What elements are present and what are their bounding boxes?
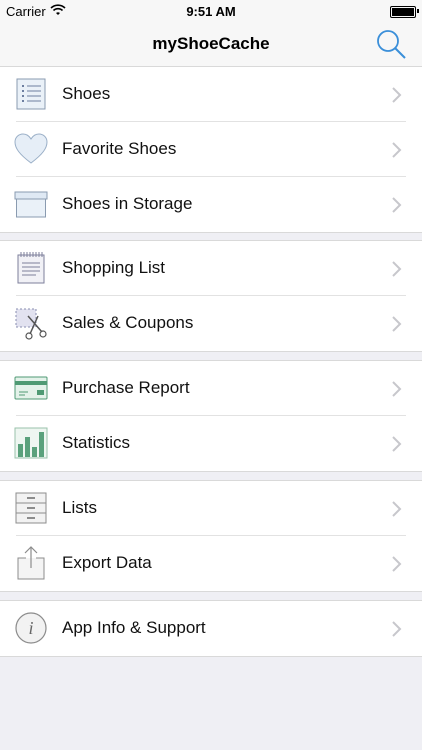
chevron-right-icon bbox=[392, 261, 402, 277]
list-icon bbox=[16, 78, 46, 110]
page-title: myShoeCache bbox=[152, 34, 270, 53]
bar-chart-icon bbox=[14, 427, 48, 459]
menu-label: Export Data bbox=[62, 553, 152, 572]
menu-section-4: Lists Export Data bbox=[0, 480, 422, 592]
menu-label: Favorite Shoes bbox=[62, 139, 177, 158]
chevron-right-icon bbox=[392, 197, 402, 213]
menu-row-purchase-report[interactable]: Purchase Report bbox=[0, 361, 422, 416]
credit-card-icon bbox=[14, 376, 48, 400]
navigation-bar: myShoeCache bbox=[0, 22, 422, 67]
menu-label: Shoes bbox=[62, 84, 111, 103]
menu-row-app-info[interactable]: i App Info & Support bbox=[0, 601, 422, 656]
chevron-right-icon bbox=[392, 316, 402, 332]
clock: 9:51 AM bbox=[186, 4, 236, 19]
chevron-right-icon bbox=[392, 556, 402, 572]
chevron-right-icon bbox=[392, 621, 402, 637]
menu-section-5: i App Info & Support bbox=[0, 600, 422, 657]
scissors-coupon-icon bbox=[15, 308, 47, 340]
file-cabinet-icon bbox=[15, 492, 47, 524]
chevron-right-icon bbox=[392, 87, 402, 103]
share-export-icon bbox=[17, 546, 45, 580]
menu-row-lists[interactable]: Lists bbox=[0, 481, 422, 536]
menu-row-shoes-in-storage[interactable]: Shoes in Storage bbox=[0, 177, 422, 232]
menu-row-shopping-list[interactable]: Shopping List bbox=[0, 241, 422, 296]
chevron-right-icon bbox=[392, 142, 402, 158]
menu-label: Lists bbox=[62, 498, 97, 517]
menu-label: Shopping List bbox=[62, 258, 166, 277]
menu-row-shoes[interactable]: Shoes bbox=[0, 67, 422, 122]
menu-label: Purchase Report bbox=[62, 378, 190, 397]
status-bar: Carrier 9:51 AM bbox=[0, 0, 422, 22]
notepad-icon bbox=[17, 252, 45, 284]
menu-label: Shoes in Storage bbox=[62, 194, 193, 213]
battery-icon bbox=[390, 6, 416, 18]
chevron-right-icon bbox=[392, 381, 402, 397]
menu-label: App Info & Support bbox=[62, 618, 206, 637]
menu-section-3: Purchase Report Statistics bbox=[0, 360, 422, 472]
info-icon: i bbox=[15, 612, 47, 644]
menu-row-statistics[interactable]: Statistics bbox=[0, 416, 422, 471]
menu-label: Statistics bbox=[62, 433, 131, 452]
chevron-right-icon bbox=[392, 436, 402, 452]
menu-row-export-data[interactable]: Export Data bbox=[0, 536, 422, 591]
menu-section-1: Shoes Favorite Shoes Shoes in Storage bbox=[0, 66, 422, 233]
chevron-right-icon bbox=[392, 501, 402, 517]
search-icon[interactable] bbox=[374, 27, 408, 61]
menu-row-sales-coupons[interactable]: Sales & Coupons bbox=[0, 296, 422, 351]
menu-row-favorite-shoes[interactable]: Favorite Shoes bbox=[0, 122, 422, 177]
menu-section-2: Shopping List Sales & Coupons bbox=[0, 240, 422, 352]
heart-icon bbox=[14, 133, 48, 164]
storage-box-icon bbox=[14, 191, 48, 218]
menu-label: Sales & Coupons bbox=[62, 313, 194, 332]
svg-text:i: i bbox=[28, 618, 33, 638]
